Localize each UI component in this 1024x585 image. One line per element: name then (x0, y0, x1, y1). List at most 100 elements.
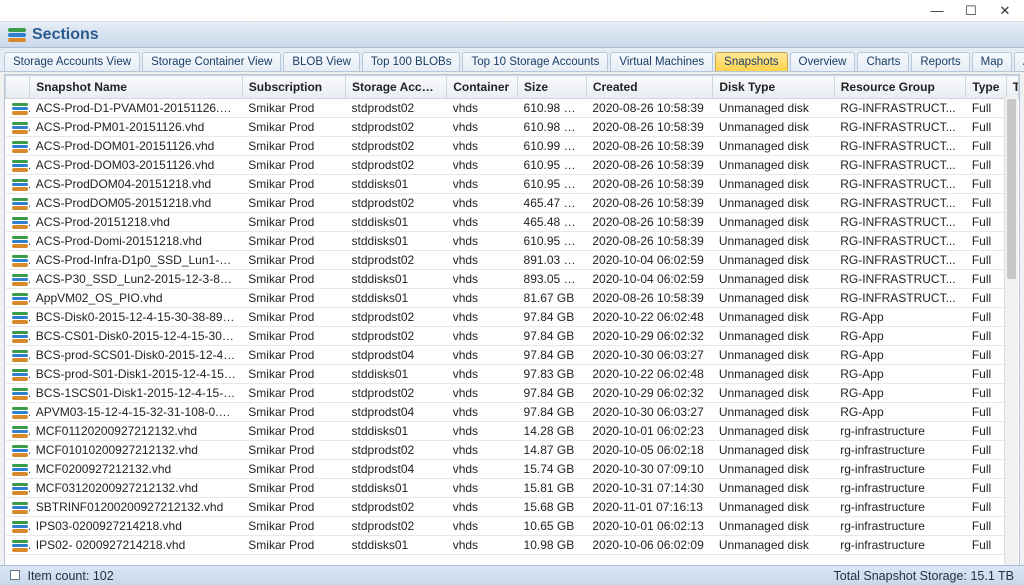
tab-map[interactable]: Map (972, 52, 1012, 71)
cell-cont: vhds (447, 346, 518, 365)
row-icon-cell (6, 156, 30, 175)
maximize-button[interactable]: ☐ (954, 1, 988, 21)
table-row[interactable]: MCF01120200927212132.vhdSmikar Prodstddi… (6, 422, 1019, 441)
cell-disk: Unmanaged disk (713, 460, 834, 479)
disk-stack-icon (12, 369, 28, 381)
table-row[interactable]: MCF01010200927212132.vhdSmikar Prodstdpr… (6, 441, 1019, 460)
table-row[interactable]: ACS-Prod-DOM03-20151126.vhdSmikar Prodst… (6, 156, 1019, 175)
tab-activity-log[interactable]: Activity Log (1014, 52, 1024, 71)
tab-virtual-machines[interactable]: Virtual Machines (610, 52, 713, 71)
table-row[interactable]: ACS-Prod-PM01-20151126.vhdSmikar Prodstd… (6, 118, 1019, 137)
disk-stack-icon (12, 122, 28, 134)
tab-snapshots[interactable]: Snapshots (715, 52, 787, 71)
table-row[interactable]: ACS-Prod-DOM01-20151126.vhdSmikar Prodst… (6, 137, 1019, 156)
app-icon (8, 28, 26, 42)
column-header-type[interactable]: Type (966, 76, 1006, 99)
minimize-button[interactable]: — (920, 1, 954, 21)
table-row[interactable]: MCF03120200927212132.vhdSmikar Prodstddi… (6, 479, 1019, 498)
cell-rg: RG-INFRASTRUCT... (834, 137, 966, 156)
tab-blob-view[interactable]: BLOB View (283, 52, 360, 71)
column-header-t[interactable]: T (1006, 76, 1018, 99)
column-header-size[interactable]: Size (518, 76, 587, 99)
table-row[interactable]: BCS-Disk0-2015-12-4-15-30-38-895-0...Smi… (6, 308, 1019, 327)
cell-acct: stddisks01 (346, 289, 447, 308)
disk-stack-icon (12, 236, 28, 248)
cell-acct: stdprodst02 (346, 137, 447, 156)
cell-name: ACS-Prod-Domi-20151218.vhd (30, 232, 243, 251)
cell-name: ACS-ProdDOM05-20151218.vhd (30, 194, 243, 213)
cell-created: 2020-10-04 06:02:59 (586, 270, 712, 289)
cell-sub: Smikar Prod (242, 479, 345, 498)
table-row[interactable]: ACS-Prod-20151218.vhdSmikar Prodstddisks… (6, 213, 1019, 232)
disk-stack-icon (12, 312, 28, 324)
cell-cont: vhds (447, 213, 518, 232)
cell-sub: Smikar Prod (242, 251, 345, 270)
table-row[interactable]: MCF0200927212132.vhdSmikar Prodstdprodst… (6, 460, 1019, 479)
tab-charts[interactable]: Charts (857, 52, 909, 71)
cell-name: ACS-Prod-20151218.vhd (30, 213, 243, 232)
cell-type: Full (966, 346, 1006, 365)
cell-name: MCF01120200927212132.vhd (30, 422, 243, 441)
column-header-storage-account[interactable]: Storage Account (346, 76, 447, 99)
column-header-container[interactable]: Container (447, 76, 518, 99)
scrollbar-thumb[interactable] (1007, 99, 1016, 279)
cell-cont: vhds (447, 365, 518, 384)
cell-sub: Smikar Prod (242, 194, 345, 213)
table-row[interactable]: IPS02- 0200927214218.vhdSmikar Prodstddi… (6, 536, 1019, 555)
cell-cont: vhds (447, 422, 518, 441)
snapshots-table: Snapshot NameSubscriptionStorage Account… (5, 75, 1019, 555)
cell-rg: rg-infrastructure (834, 422, 966, 441)
cell-rg: RG-INFRASTRUCT... (834, 213, 966, 232)
grid-container: Snapshot NameSubscriptionStorage Account… (4, 74, 1020, 571)
column-header-subscription[interactable]: Subscription (242, 76, 345, 99)
cell-created: 2020-10-01 06:02:13 (586, 517, 712, 536)
cell-cont: vhds (447, 498, 518, 517)
table-row[interactable]: BCS-1SCS01-Disk1-2015-12-4-15-32-...Smik… (6, 384, 1019, 403)
cell-type: Full (966, 460, 1006, 479)
cell-name: BCS-prod-SCS01-Disk0-2015-12-4-15... (30, 346, 243, 365)
row-icon-cell (6, 213, 30, 232)
table-row[interactable]: ACS-P30_SSD_Lun2-2015-12-3-848.v...Smika… (6, 270, 1019, 289)
table-row[interactable]: ACS-Prod-Domi-20151218.vhdSmikar Prodstd… (6, 232, 1019, 251)
tab-storage-container-view[interactable]: Storage Container View (142, 52, 281, 71)
table-row[interactable]: ACS-ProdDOM05-20151218.vhdSmikar Prodstd… (6, 194, 1019, 213)
cell-acct: stddisks01 (346, 232, 447, 251)
cell-type: Full (966, 270, 1006, 289)
cell-disk: Unmanaged disk (713, 536, 834, 555)
row-icon-cell (6, 327, 30, 346)
column-header-snapshot-name[interactable]: Snapshot Name (30, 76, 243, 99)
app-header: Sections (0, 22, 1024, 48)
cell-acct: stdprodst02 (346, 251, 447, 270)
tab-top-100-blobs[interactable]: Top 100 BLOBs (362, 52, 461, 71)
cell-rg: RG-INFRASTRUCT... (834, 232, 966, 251)
table-row[interactable]: APVM03-15-12-4-15-32-31-108-0.vhdSmikar … (6, 403, 1019, 422)
column-header-created[interactable]: Created (586, 76, 712, 99)
cell-disk: Unmanaged disk (713, 441, 834, 460)
column-header-disk-type[interactable]: Disk Type (713, 76, 834, 99)
tab-storage-accounts-view[interactable]: Storage Accounts View (4, 52, 140, 71)
cell-disk: Unmanaged disk (713, 327, 834, 346)
table-row[interactable]: BCS-CS01-Disk0-2015-12-4-15-30-38-...Smi… (6, 327, 1019, 346)
cell-acct: stdprodst02 (346, 384, 447, 403)
page-title: Sections (32, 26, 99, 44)
table-row[interactable]: AppVM02_OS_PIO.vhdSmikar Prodstddisks01v… (6, 289, 1019, 308)
tab-reports[interactable]: Reports (911, 52, 969, 71)
table-row[interactable]: ACS-Prod-Infra-D1p0_SSD_Lun1-201...Smika… (6, 251, 1019, 270)
column-header-resource-group[interactable]: Resource Group (834, 76, 966, 99)
cell-name: AppVM02_OS_PIO.vhd (30, 289, 243, 308)
column-header-icon[interactable] (6, 76, 30, 99)
row-icon-cell (6, 137, 30, 156)
tab-top-10-storage-accounts[interactable]: Top 10 Storage Accounts (462, 52, 608, 71)
table-row[interactable]: ACS-ProdDOM04-20151218.vhdSmikar Prodstd… (6, 175, 1019, 194)
status-icon (10, 570, 20, 580)
cell-rg: RG-INFRASTRUCT... (834, 194, 966, 213)
table-row[interactable]: BCS-prod-S01-Disk1-2015-12-4-15-32-...Sm… (6, 365, 1019, 384)
table-row[interactable]: IPS03-0200927214218.vhdSmikar Prodstdpro… (6, 517, 1019, 536)
vertical-scrollbar[interactable] (1004, 97, 1018, 569)
table-row[interactable]: SBTRINF01200200927212132.vhdSmikar Prods… (6, 498, 1019, 517)
close-button[interactable]: ✕ (988, 1, 1022, 21)
table-row[interactable]: BCS-prod-SCS01-Disk0-2015-12-4-15...Smik… (6, 346, 1019, 365)
cell-disk: Unmanaged disk (713, 365, 834, 384)
table-row[interactable]: ACS-Prod-D1-PVAM01-20151126.vhdSmikar Pr… (6, 99, 1019, 118)
tab-overview[interactable]: Overview (790, 52, 856, 71)
